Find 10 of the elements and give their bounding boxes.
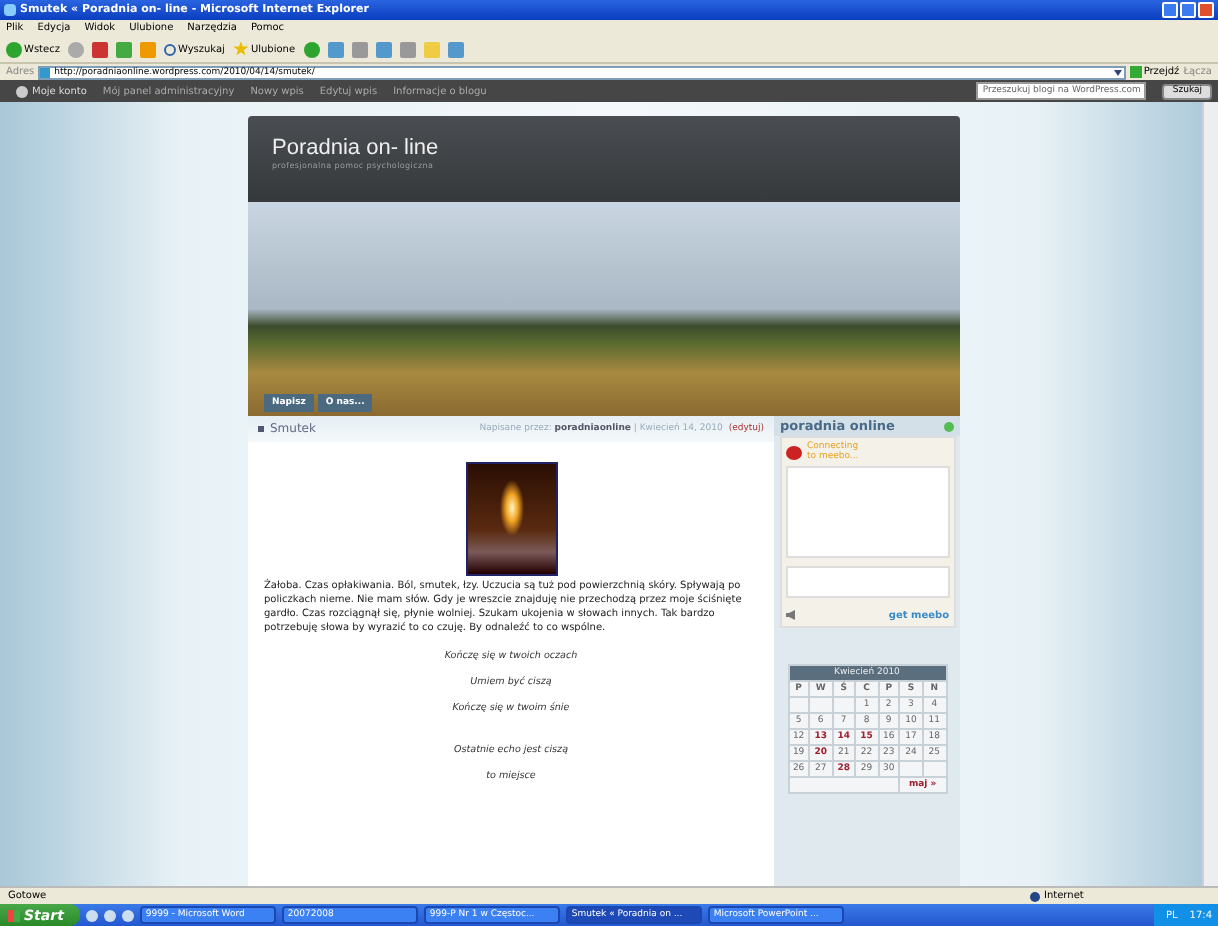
minimize-button[interactable] xyxy=(1162,2,1178,18)
blog-title[interactable]: Poradnia on- line xyxy=(272,136,960,160)
photo-placeholder xyxy=(465,462,557,576)
close-button[interactable] xyxy=(1198,2,1214,18)
status-icon xyxy=(944,421,954,431)
chat-input[interactable] xyxy=(785,566,949,598)
chat-icon xyxy=(785,445,801,459)
maximize-button[interactable] xyxy=(1180,2,1196,18)
scrollbar[interactable] xyxy=(1202,102,1218,886)
speaker-icon[interactable] xyxy=(785,610,795,620)
